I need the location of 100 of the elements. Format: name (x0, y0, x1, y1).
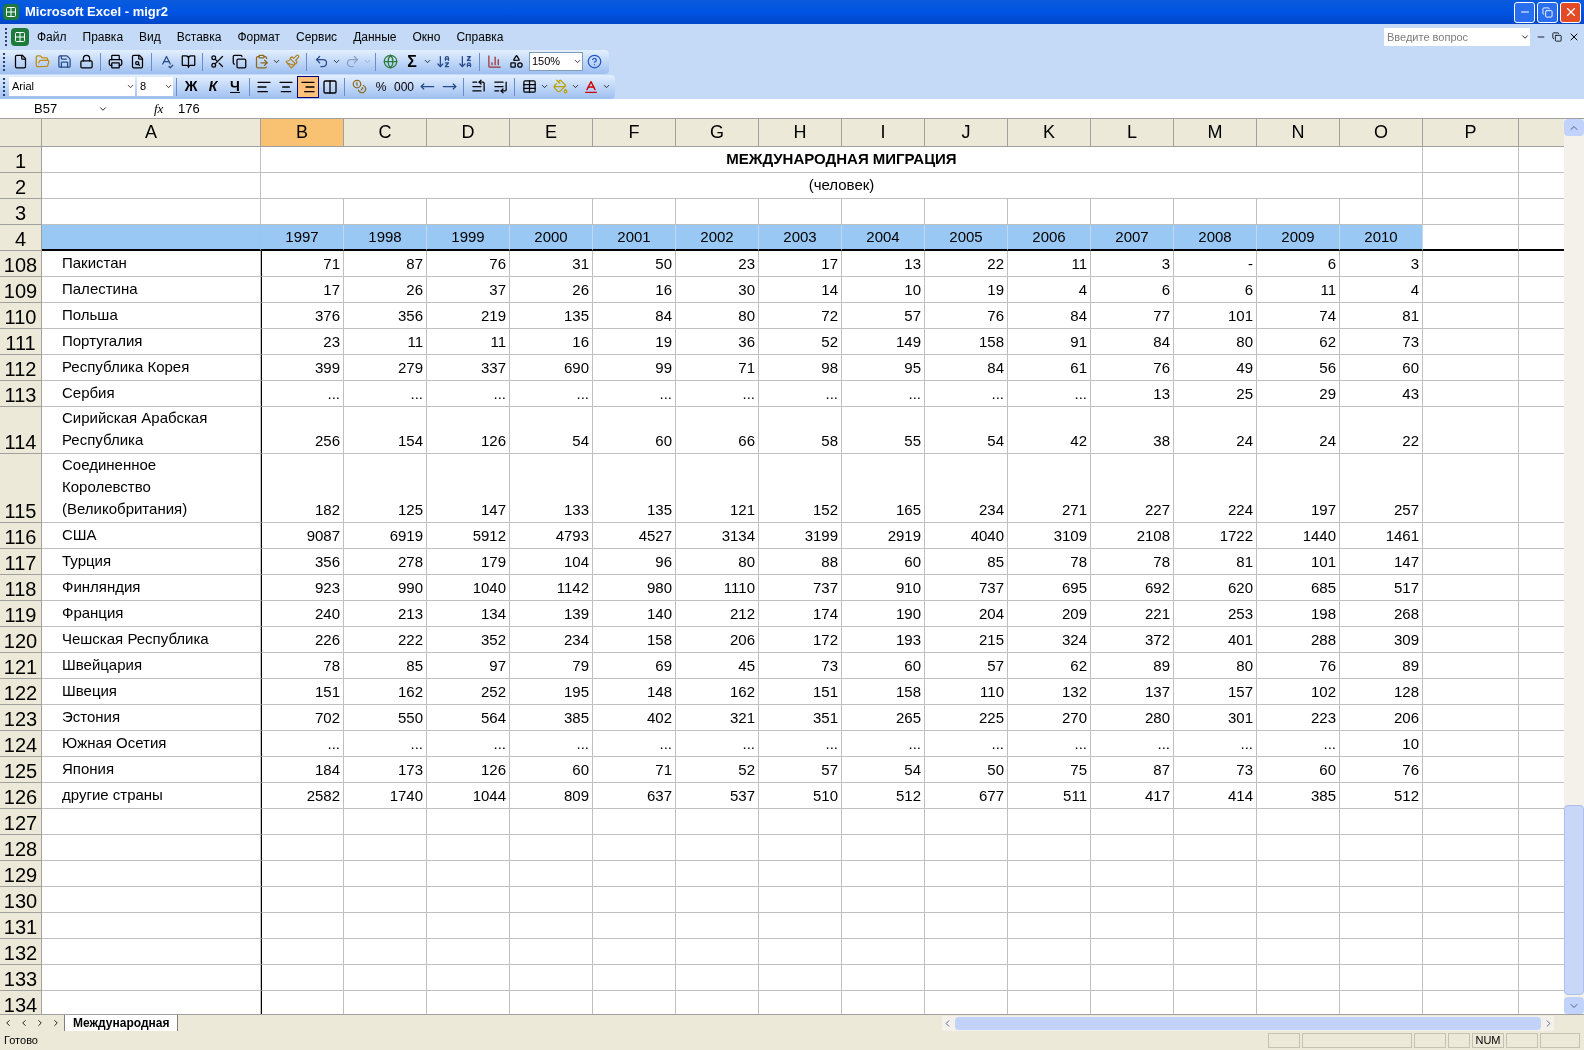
row-header[interactable]: 126 (0, 783, 42, 809)
row-header[interactable]: 122 (0, 679, 42, 705)
column-header[interactable]: C (344, 119, 427, 147)
toolbar-grip[interactable] (3, 52, 6, 71)
menu-item[interactable]: Формат (229, 27, 289, 46)
row-header[interactable]: 132 (0, 939, 42, 965)
caret-icon[interactable] (540, 82, 550, 91)
font-style-button[interactable]: Ж (180, 75, 202, 98)
toolbar-grip[interactable] (3, 77, 6, 96)
align-button[interactable] (297, 75, 319, 98)
column-header[interactable]: N (1257, 119, 1340, 147)
row-header[interactable]: 127 (0, 809, 42, 835)
column-header[interactable]: K (1008, 119, 1091, 147)
table-cell: 85 (925, 549, 1008, 575)
toolbar-grip[interactable] (5, 27, 8, 46)
row-header[interactable]: 108 (0, 251, 42, 277)
spreadsheet-icon[interactable] (11, 27, 29, 46)
row-header[interactable]: 133 (0, 965, 42, 991)
close-button[interactable] (1560, 1, 1581, 23)
row-header[interactable]: 114 (0, 407, 42, 454)
caret-icon[interactable] (571, 82, 581, 91)
caret-icon[interactable] (602, 82, 612, 91)
row-header[interactable]: 2 (0, 173, 42, 199)
column-header[interactable]: L (1091, 119, 1174, 147)
caret-icon[interactable] (423, 57, 432, 66)
menu-item[interactable]: Данные (345, 27, 405, 46)
vertical-scrollbar[interactable] (1564, 119, 1584, 1014)
row-header[interactable]: 128 (0, 835, 42, 861)
first-sheet-icon[interactable] (3, 1018, 13, 1028)
row-header[interactable]: 3 (0, 199, 42, 225)
table-cell: 97 (427, 653, 510, 679)
row-header[interactable]: 117 (0, 549, 42, 575)
row-header[interactable]: 113 (0, 381, 42, 407)
previous-sheet-icon[interactable] (19, 1018, 29, 1028)
column-header[interactable]: O (1340, 119, 1423, 147)
column-header[interactable]: E (510, 119, 593, 147)
row-header[interactable]: 131 (0, 913, 42, 939)
row-header[interactable]: 119 (0, 601, 42, 627)
autosum-button[interactable]: Σ (401, 50, 423, 73)
table-cell: 80 (1174, 653, 1257, 679)
column-header[interactable]: P (1423, 119, 1519, 147)
row-header[interactable]: 115 (0, 454, 42, 523)
menu-item[interactable]: Правка (74, 27, 132, 46)
row-header[interactable]: 110 (0, 303, 42, 329)
restore-button[interactable] (1537, 1, 1558, 23)
number-format-button[interactable]: 000 (392, 75, 417, 98)
row-header[interactable]: 129 (0, 861, 42, 887)
number-format-button[interactable]: % (370, 75, 392, 98)
row-header[interactable]: 4 (0, 225, 42, 251)
next-sheet-icon[interactable] (35, 1018, 45, 1028)
table-cell: 240 (261, 601, 344, 627)
horizontal-scrollbar[interactable] (942, 1015, 1554, 1031)
restore-icon[interactable] (1552, 31, 1562, 42)
column-header[interactable]: A (42, 119, 261, 147)
row-header[interactable]: 109 (0, 277, 42, 303)
scroll-thumb[interactable] (1564, 805, 1584, 995)
table-cell: 737 (925, 575, 1008, 601)
caret-icon[interactable] (573, 57, 582, 66)
sheet-tab[interactable]: Международная (64, 1015, 179, 1031)
scroll-thumb[interactable] (955, 1016, 1541, 1030)
last-sheet-icon[interactable] (51, 1018, 61, 1028)
column-header[interactable]: G (676, 119, 759, 147)
caret-icon[interactable] (126, 82, 135, 91)
menu-item[interactable]: Вид (131, 27, 169, 46)
row-header[interactable]: 130 (0, 887, 42, 913)
font-style-button[interactable]: К (202, 75, 224, 98)
row-header[interactable]: 121 (0, 653, 42, 679)
row-header[interactable]: 134 (0, 991, 42, 1014)
column-header[interactable]: I (842, 119, 925, 147)
column-header[interactable]: M (1174, 119, 1257, 147)
caret-icon[interactable] (332, 57, 341, 66)
row-header[interactable]: 112 (0, 355, 42, 381)
row-header[interactable]: 118 (0, 575, 42, 601)
row-header[interactable]: 116 (0, 523, 42, 549)
formula-field[interactable]: 176 (174, 98, 1584, 119)
font-dropdown[interactable]: Arial (9, 77, 135, 96)
row-header[interactable]: 125 (0, 757, 42, 783)
column-header[interactable]: B (261, 119, 344, 147)
menu-item[interactable]: Сервис (288, 27, 346, 46)
row-header[interactable]: 1 (0, 147, 42, 173)
row-header[interactable]: 111 (0, 329, 42, 355)
function-label[interactable]: fx (154, 98, 174, 119)
table-cell: 1044 (427, 783, 510, 809)
caret-icon[interactable] (272, 57, 281, 66)
column-header[interactable]: H (759, 119, 842, 147)
row-header[interactable]: 123 (0, 705, 42, 731)
menu-item[interactable]: Файл (29, 27, 75, 46)
menu-item[interactable]: Вставка (168, 27, 230, 46)
caret-icon[interactable] (164, 82, 173, 91)
zoom-dropdown[interactable]: 150% (529, 52, 583, 71)
column-header[interactable]: J (925, 119, 1008, 147)
row-header[interactable]: 120 (0, 627, 42, 653)
row-header[interactable]: 124 (0, 731, 42, 757)
font-style-button[interactable]: Ч (224, 75, 246, 98)
menu-item[interactable]: Окно (404, 27, 449, 46)
font-size-dropdown[interactable]: 8 (137, 77, 173, 96)
column-header[interactable]: D (427, 119, 510, 147)
menu-item[interactable]: Справка (448, 27, 512, 46)
minimize-button[interactable] (1514, 1, 1535, 23)
column-header[interactable]: F (593, 119, 676, 147)
